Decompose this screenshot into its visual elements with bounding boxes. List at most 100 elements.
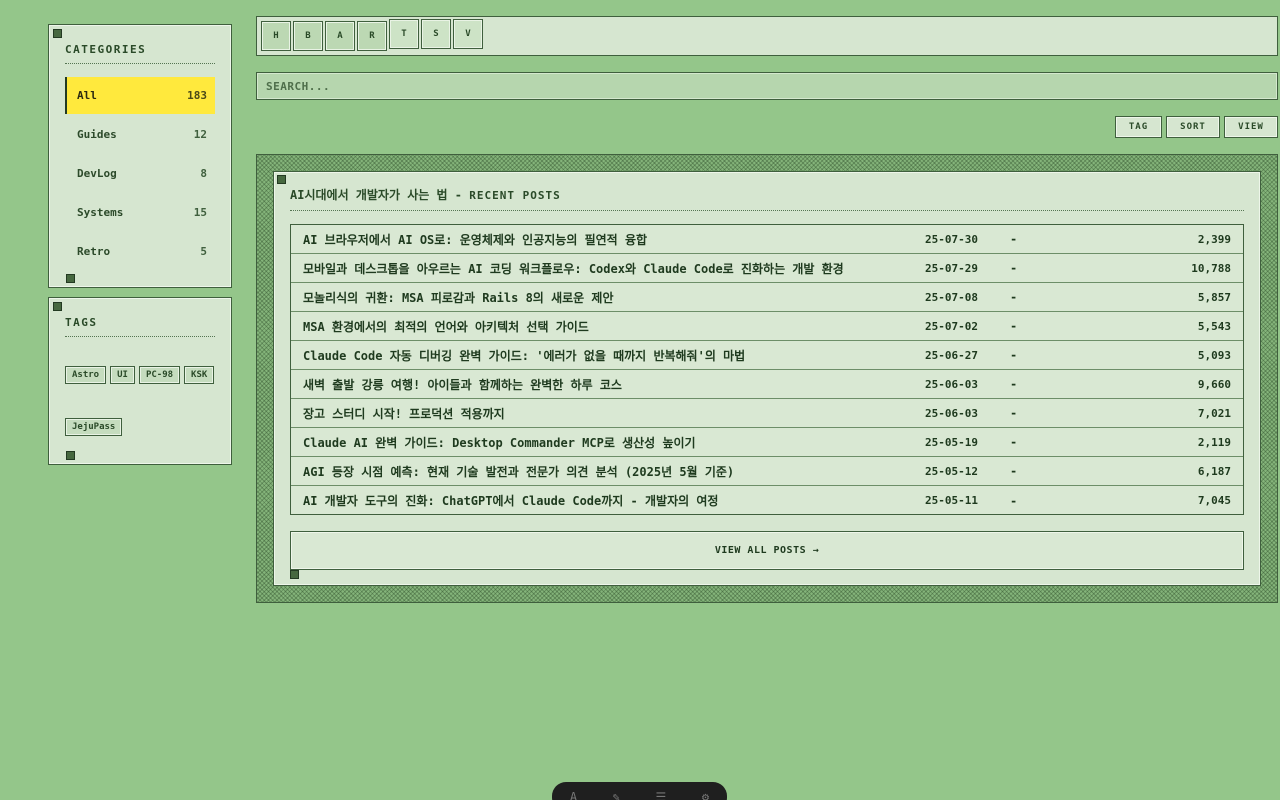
tag-chip-ksk[interactable]: KSK [184, 366, 215, 384]
post-date: 25-05-11 [925, 494, 978, 507]
post-views: 5,543 [1197, 319, 1231, 333]
dock-pen-icon[interactable]: ✎ [613, 790, 620, 800]
toolbar-button-b[interactable]: B [293, 21, 323, 51]
toolbar-button-a[interactable]: A [325, 21, 355, 51]
post-row[interactable]: Claude Code 자동 디버깅 완벽 가이드: '에러가 없을 때까지 반… [291, 341, 1243, 370]
category-item-all[interactable]: All 183 [65, 77, 215, 114]
toolbar-button-t[interactable]: T [389, 19, 419, 49]
toolbar-button-s[interactable]: S [421, 19, 451, 49]
post-separator: - [1010, 348, 1018, 362]
post-views: 5,857 [1197, 290, 1231, 304]
view-button[interactable]: VIEW [1224, 116, 1278, 138]
category-item-devlog[interactable]: DevLog 8 [65, 155, 215, 192]
post-date: 25-05-19 [925, 435, 978, 449]
post-separator: - [1010, 493, 1018, 508]
view-all-posts-button[interactable]: VIEW ALL POSTS → [290, 531, 1244, 570]
post-separator: - [1010, 319, 1018, 333]
post-row[interactable]: AI 개발자 도구의 진화: ChatGPT에서 Claude Code까지 -… [291, 486, 1243, 515]
toolbar-button-h[interactable]: H [261, 21, 291, 51]
post-row[interactable]: AGI 등장 시점 예측: 현재 기술 발전과 전문가 의견 분석 (2025년… [291, 457, 1243, 486]
post-views: 7,021 [1197, 406, 1231, 420]
post-date: 25-06-03 [925, 377, 978, 391]
post-views: 5,093 [1197, 348, 1231, 362]
category-count: 15 [193, 206, 207, 219]
post-separator: - [1010, 464, 1018, 478]
post-title[interactable]: Claude AI 완벽 가이드: Desktop Commander MCP로… [291, 434, 925, 451]
post-title[interactable]: 새벽 출발 강릉 여행! 아이들과 함께하는 완벽한 하루 코스 [291, 376, 925, 393]
post-date: 25-06-03 [925, 406, 978, 420]
post-separator: - [1010, 377, 1018, 391]
tags-panel: TAGS Astro UI PC-98 KSK JejuPass [48, 297, 232, 465]
category-item-systems[interactable]: Systems 15 [65, 194, 215, 231]
tags-title: TAGS [65, 316, 215, 337]
tag-chip-pc98[interactable]: PC-98 [138, 366, 181, 384]
search-input[interactable] [256, 72, 1278, 100]
post-date: 25-07-30 [925, 232, 978, 246]
post-views: 7,045 [1197, 494, 1231, 507]
category-item-guides[interactable]: Guides 12 [65, 116, 215, 153]
post-title[interactable]: MSA 환경에서의 최적의 언어와 아키텍처 선택 가이드 [291, 318, 925, 335]
post-date: 25-05-12 [925, 464, 978, 478]
tag-button[interactable]: TAG [1115, 116, 1162, 138]
post-views: 6,187 [1197, 464, 1231, 478]
post-title[interactable]: 장고 스터디 시작! 프로덕션 적용까지 [291, 405, 925, 422]
post-date: 25-07-02 [925, 319, 978, 333]
post-separator: - [1010, 261, 1018, 275]
posts-window: AI시대에서 개발자가 사는 법 - RECENT POSTS AI 브라우저에… [273, 171, 1261, 586]
category-label: Guides [77, 128, 117, 141]
section-title: RECENT POSTS [469, 189, 561, 202]
tag-chip-ui[interactable]: UI [110, 366, 135, 384]
post-views: 10,788 [1191, 261, 1231, 275]
post-views: 9,660 [1197, 377, 1231, 391]
window-title: AI시대에서 개발자가 사는 법 - RECENT POSTS [290, 186, 1244, 211]
toolbar-button-v[interactable]: V [453, 19, 483, 49]
post-title[interactable]: AI 개발자 도구의 진화: ChatGPT에서 Claude Code까지 -… [291, 492, 925, 509]
toolbar-button-r[interactable]: R [357, 21, 387, 51]
category-count: 8 [200, 167, 207, 180]
title-separator: - [447, 188, 470, 202]
blog-title: AI시대에서 개발자가 사는 법 [290, 188, 448, 202]
post-row[interactable]: MSA 환경에서의 최적의 언어와 아키텍처 선택 가이드 25-07-02 -… [291, 312, 1243, 341]
post-title[interactable]: Claude Code 자동 디버깅 완벽 가이드: '에러가 없을 때까지 반… [291, 347, 925, 364]
dock-gear-icon[interactable]: ⚙ [702, 790, 709, 800]
corner-decoration [53, 302, 62, 311]
corner-decoration [277, 175, 286, 184]
post-date: 25-06-27 [925, 348, 978, 362]
category-count: 12 [193, 128, 207, 141]
post-title[interactable]: 모바일과 데스크톱을 아우르는 AI 코딩 워크플로우: Codex와 Clau… [291, 260, 925, 277]
post-title[interactable]: 모놀리식의 귀환: MSA 피로감과 Rails 8의 새로운 제안 [291, 289, 925, 306]
post-date: 25-07-29 [925, 261, 978, 275]
post-row[interactable]: 모바일과 데스크톱을 아우르는 AI 코딩 워크플로우: Codex와 Clau… [291, 254, 1243, 283]
tag-chip-jejupass[interactable]: JejuPass [65, 418, 123, 436]
dock-menu-icon[interactable]: ☰ [656, 790, 667, 800]
post-title[interactable]: AI 브라우저에서 AI OS로: 운영체제와 인공지능의 필연적 융합 [291, 231, 925, 248]
post-row[interactable]: AI 브라우저에서 AI OS로: 운영체제와 인공지능의 필연적 융합 25-… [291, 225, 1243, 254]
post-separator: - [1010, 406, 1018, 420]
category-label: DevLog [77, 167, 117, 180]
post-date: 25-07-08 [925, 290, 978, 304]
post-title[interactable]: AGI 등장 시점 예측: 현재 기술 발전과 전문가 의견 분석 (2025년… [291, 463, 925, 480]
category-list: All 183 Guides 12 DevLog 8 Systems 15 Re… [65, 77, 215, 272]
action-buttons: TAG SORT VIEW [1115, 116, 1278, 138]
post-row[interactable]: 새벽 출발 강릉 여행! 아이들과 함께하는 완벽한 하루 코스 25-06-0… [291, 370, 1243, 399]
post-row[interactable]: Claude AI 완벽 가이드: Desktop Commander MCP로… [291, 428, 1243, 457]
dock-a-icon[interactable]: A [570, 790, 577, 800]
post-row[interactable]: 장고 스터디 시작! 프로덕션 적용까지 25-06-03 - 7,021 [291, 399, 1243, 428]
post-separator: - [1010, 290, 1018, 304]
category-label: Retro [77, 245, 111, 258]
post-row[interactable]: 모놀리식의 귀환: MSA 피로감과 Rails 8의 새로운 제안 25-07… [291, 283, 1243, 312]
tag-list: Astro UI PC-98 KSK JejuPass [65, 366, 217, 436]
tag-chip-astro[interactable]: Astro [65, 366, 107, 384]
category-item-retro[interactable]: Retro 5 [65, 233, 215, 270]
categories-title: CATEGORIES [65, 43, 215, 64]
top-toolbar: H B A R T S V [256, 16, 1278, 56]
category-label: All [77, 89, 97, 102]
post-views: 2,119 [1197, 435, 1231, 449]
corner-decoration [53, 29, 62, 38]
corner-decoration [66, 451, 75, 460]
categories-panel: CATEGORIES All 183 Guides 12 DevLog 8 Sy… [48, 24, 232, 288]
toolbar-button-group: H B A R T S V [261, 19, 483, 51]
bottom-dock: A ✎ ☰ ⚙ [552, 782, 727, 800]
category-count: 183 [187, 89, 207, 102]
sort-button[interactable]: SORT [1166, 116, 1220, 138]
